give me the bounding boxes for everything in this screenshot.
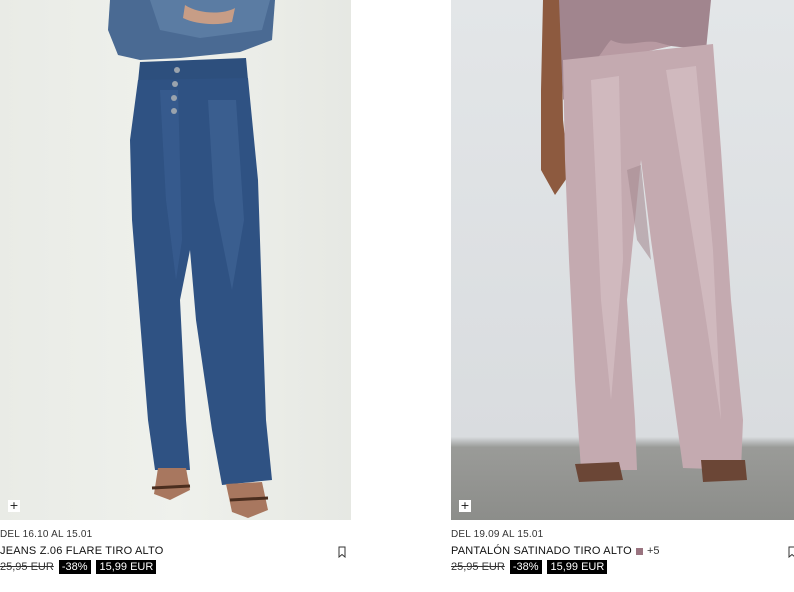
product-image-satin-trousers[interactable]: + <box>451 0 794 520</box>
trousers-illustration <box>541 0 747 482</box>
product-image-flare-jeans[interactable]: + <box>0 0 351 520</box>
product-card[interactable]: + DEL 16.10 AL 15.01 JEANS Z.06 FLARE TI… <box>0 0 351 574</box>
color-swatch[interactable] <box>636 547 643 555</box>
old-price: 25,95 EUR <box>451 561 505 573</box>
product-card[interactable]: + DEL 19.09 AL 15.01 PANTALÓN SATINADO T… <box>451 0 794 574</box>
product-name[interactable]: JEANS Z.06 FLARE TIRO ALTO <box>0 545 164 557</box>
discount-badge: -38% <box>509 560 542 574</box>
promo-dates: DEL 16.10 AL 15.01 <box>0 529 93 540</box>
price-row: 25,95 EUR -38% 15,99 EUR <box>0 560 157 574</box>
jeans-illustration <box>108 0 275 518</box>
old-price: 25,95 EUR <box>0 561 54 573</box>
sale-price: 15,99 EUR <box>546 560 608 574</box>
add-to-cart-button[interactable]: + <box>459 500 471 512</box>
bookmark-icon[interactable] <box>337 546 347 558</box>
promo-dates: DEL 19.09 AL 15.01 <box>451 529 544 540</box>
price-row: 25,95 EUR -38% 15,99 EUR <box>451 560 608 574</box>
bookmark-icon[interactable] <box>787 546 794 558</box>
sale-price: 15,99 EUR <box>95 560 157 574</box>
more-colors-count: +5 <box>647 545 660 557</box>
discount-badge: -38% <box>58 560 91 574</box>
product-name[interactable]: PANTALÓN SATINADO TIRO ALTO <box>451 545 632 557</box>
color-options[interactable]: +5 <box>636 545 660 557</box>
add-to-cart-button[interactable]: + <box>8 500 20 512</box>
